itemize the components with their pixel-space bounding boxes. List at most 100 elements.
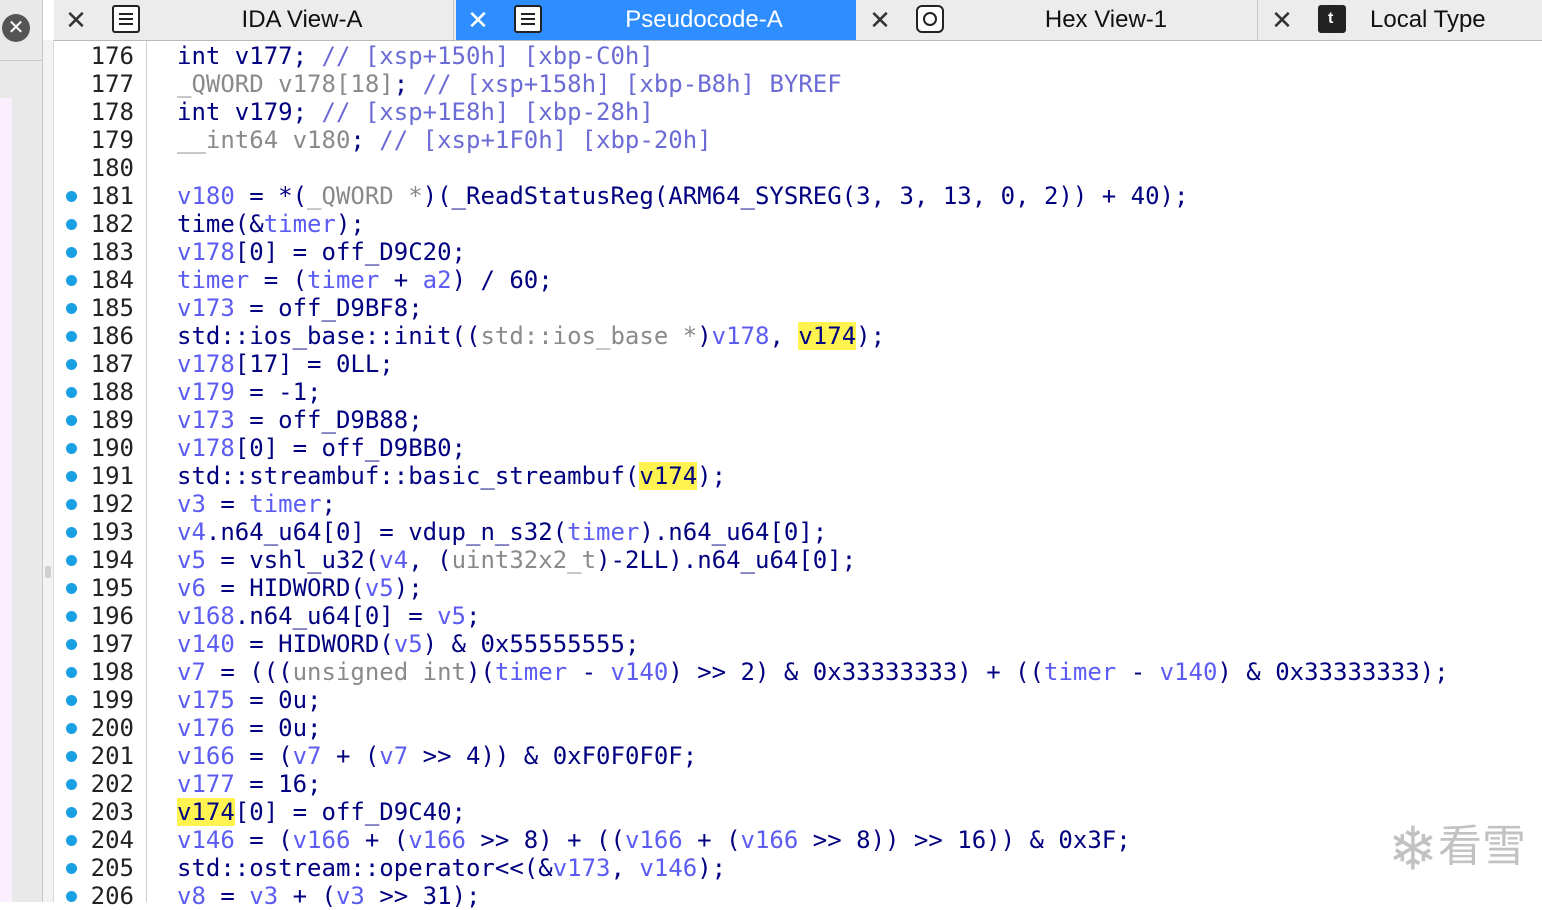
code-token[interactable]: v166 [293,826,351,854]
code-line[interactable]: 196 v168.n64_u64[0] = v5; [54,602,1542,630]
code-token[interactable]: ); [394,574,423,602]
code-token[interactable]: v140 [611,658,669,686]
code-token[interactable]: + ( [322,742,379,770]
code-text[interactable]: v166 = (v7 + (v7 >> 4)) & 0xF0F0F0F; [177,742,697,770]
code-text[interactable]: v146 = (v166 + (v166 >> 8) + ((v166 + (v… [177,826,1131,854]
code-text[interactable]: std::streambuf::basic_streambuf(v174); [177,462,726,490]
code-text[interactable]: v8 = v3 + (v3 >> 31); [177,882,480,910]
code-line[interactable]: 177 _QWORD v178[18]; // [xsp+158h] [xbp-B… [54,70,1542,98]
code-line[interactable]: 200 v176 = 0u; [54,714,1542,742]
code-text[interactable]: v4.n64_u64[0] = vdup_n_s32(timer).n64_u6… [177,518,827,546]
code-token[interactable]: )( [466,658,495,686]
code-token[interactable]: v140 [1160,658,1218,686]
code-text[interactable]: v6 = HIDWORD(v5); [177,574,423,602]
code-line[interactable]: 179 __int64 v180; // [xsp+1F0h] [xbp-20h] [54,126,1542,154]
code-token[interactable]: = vshl_u32( [206,546,379,574]
code-token[interactable]: = off_D9B88; [235,406,422,434]
code-token[interactable]: >> 31); [365,882,480,910]
code-token[interactable]: // [xsp+1E8h] [xbp-28h] [322,98,654,126]
code-token[interactable]: v175 [177,686,235,714]
code-token[interactable]: = 16; [235,770,321,798]
code-token[interactable]: + ( [278,882,336,910]
code-token[interactable]: uint32x2_t [452,546,597,574]
code-text[interactable]: v178[17] = 0LL; [177,350,394,378]
code-token[interactable]: ) [697,322,711,350]
code-token[interactable]: - [1116,658,1159,686]
code-text[interactable]: v174[0] = off_D9C40; [177,798,466,826]
code-token[interactable]: = *( [235,182,307,210]
code-text[interactable]: timer = (timer + a2) / 60; [177,266,553,294]
code-token[interactable]: [0] = off_D9C20; [235,238,466,266]
code-line[interactable]: 199 v175 = 0u; [54,686,1542,714]
code-line[interactable]: 202 v177 = 16; [54,770,1542,798]
code-line[interactable]: 181 v180 = *(_QWORD *)(_ReadStatusReg(ARM… [54,182,1542,210]
code-line[interactable]: 203 v174[0] = off_D9C40; [54,798,1542,826]
code-token[interactable]: v3 [177,490,206,518]
code-token[interactable]: _QWORD v178[18] [177,70,394,98]
code-line[interactable]: 191 std::streambuf::basic_streambuf(v174)… [54,462,1542,490]
splitter-grip[interactable] [45,566,51,578]
code-token[interactable]: unsigned int [293,658,466,686]
code-line[interactable]: 194 v5 = vshl_u32(v4, (uint32x2_t)-2LL).n… [54,546,1542,574]
code-token[interactable]: ); [856,322,885,350]
code-token[interactable]: v166 [625,826,683,854]
code-token[interactable]: a2 [423,266,452,294]
code-token[interactable]: timer [495,658,567,686]
code-text[interactable]: v176 = 0u; [177,714,322,742]
code-token[interactable]: [0] = off_D9C40; [235,798,466,826]
code-line[interactable]: 201 v166 = (v7 + (v7 >> 4)) & 0xF0F0F0F; [54,742,1542,770]
close-icon[interactable]: ✕ [1270,4,1294,36]
code-token[interactable]: )(_ReadStatusReg(ARM64_SYSREG(3, 3, 13, … [423,182,1189,210]
code-token[interactable]: ) >> 2) & 0x33333333) + (( [668,658,1044,686]
code-line[interactable]: 205 std::ostream::operator<<(&v173, v146)… [54,854,1542,882]
code-token[interactable]: = ( [235,742,292,770]
code-text[interactable]: v180 = *(_QWORD *)(_ReadStatusReg(ARM64_… [177,182,1188,210]
code-token[interactable]: v173 [553,854,611,882]
code-text[interactable]: v178[0] = off_D9BB0; [177,434,466,462]
code-text[interactable]: std::ios_base::init((std::ios_base *)v17… [177,322,885,350]
tab-hex-view-1[interactable]: ✕ Hex View-1 [858,0,1258,40]
code-token[interactable]: __int64 v180 [177,126,350,154]
code-token[interactable]: // [xsp+158h] [xbp-B8h] BYREF [423,70,842,98]
code-token[interactable]: v168 [177,602,235,630]
code-token[interactable]: v5 [437,602,466,630]
code-token[interactable]: v178 [712,322,770,350]
highlighted-token[interactable]: v174 [639,462,698,490]
code-token[interactable]: v179 [177,378,235,406]
code-text[interactable]: v178[0] = off_D9C20; [177,238,466,266]
code-token[interactable]: = off_D9BF8; [235,294,422,322]
code-token[interactable]: timer [249,490,321,518]
code-token[interactable]: v4 [177,518,206,546]
code-line[interactable]: 193 v4.n64_u64[0] = vdup_n_s32(timer).n64… [54,518,1542,546]
code-token[interactable]: = [206,882,249,910]
code-token[interactable]: timer [307,266,379,294]
code-line[interactable]: 206 v8 = v3 + (v3 >> 31); [54,882,1542,910]
code-line[interactable]: 178 int v179; // [xsp+1E8h] [xbp-28h] [54,98,1542,126]
code-token[interactable]: = 0u; [235,714,321,742]
code-token[interactable]: v7 [177,658,206,686]
code-token[interactable]: , ( [408,546,451,574]
code-token[interactable]: v4 [379,546,408,574]
code-token[interactable]: time(& [177,210,264,238]
code-text[interactable]: v175 = 0u; [177,686,322,714]
highlighted-token[interactable]: v174 [798,322,857,350]
code-token[interactable]: ; [394,70,423,98]
code-token[interactable]: v7 [293,742,322,770]
code-line[interactable]: 183 v178[0] = off_D9C20; [54,238,1542,266]
code-token[interactable]: + [379,266,422,294]
tab-ida-view-a[interactable]: ✕ IDA View-A [54,0,454,40]
code-token[interactable]: v166 [741,826,799,854]
code-token[interactable]: timer [567,518,639,546]
code-token[interactable]: = [206,490,249,518]
code-text[interactable]: v140 = HIDWORD(v5) & 0x55555555; [177,630,639,658]
code-text[interactable]: v3 = timer; [177,490,336,518]
code-token[interactable]: // [xsp+1F0h] [xbp-20h] [379,126,711,154]
code-token[interactable]: .n64_u64[0] = [235,602,437,630]
code-token[interactable]: std::streambuf::basic_streambuf( [177,462,639,490]
code-token[interactable]: // [xsp+150h] [xbp-C0h] [322,42,654,70]
code-text[interactable]: time(&timer); [177,210,365,238]
code-line[interactable]: 189 v173 = off_D9B88; [54,406,1542,434]
code-token[interactable]: v140 [177,630,235,658]
splitter[interactable] [43,40,54,902]
code-token[interactable]: >> 4)) & 0xF0F0F0F; [408,742,698,770]
